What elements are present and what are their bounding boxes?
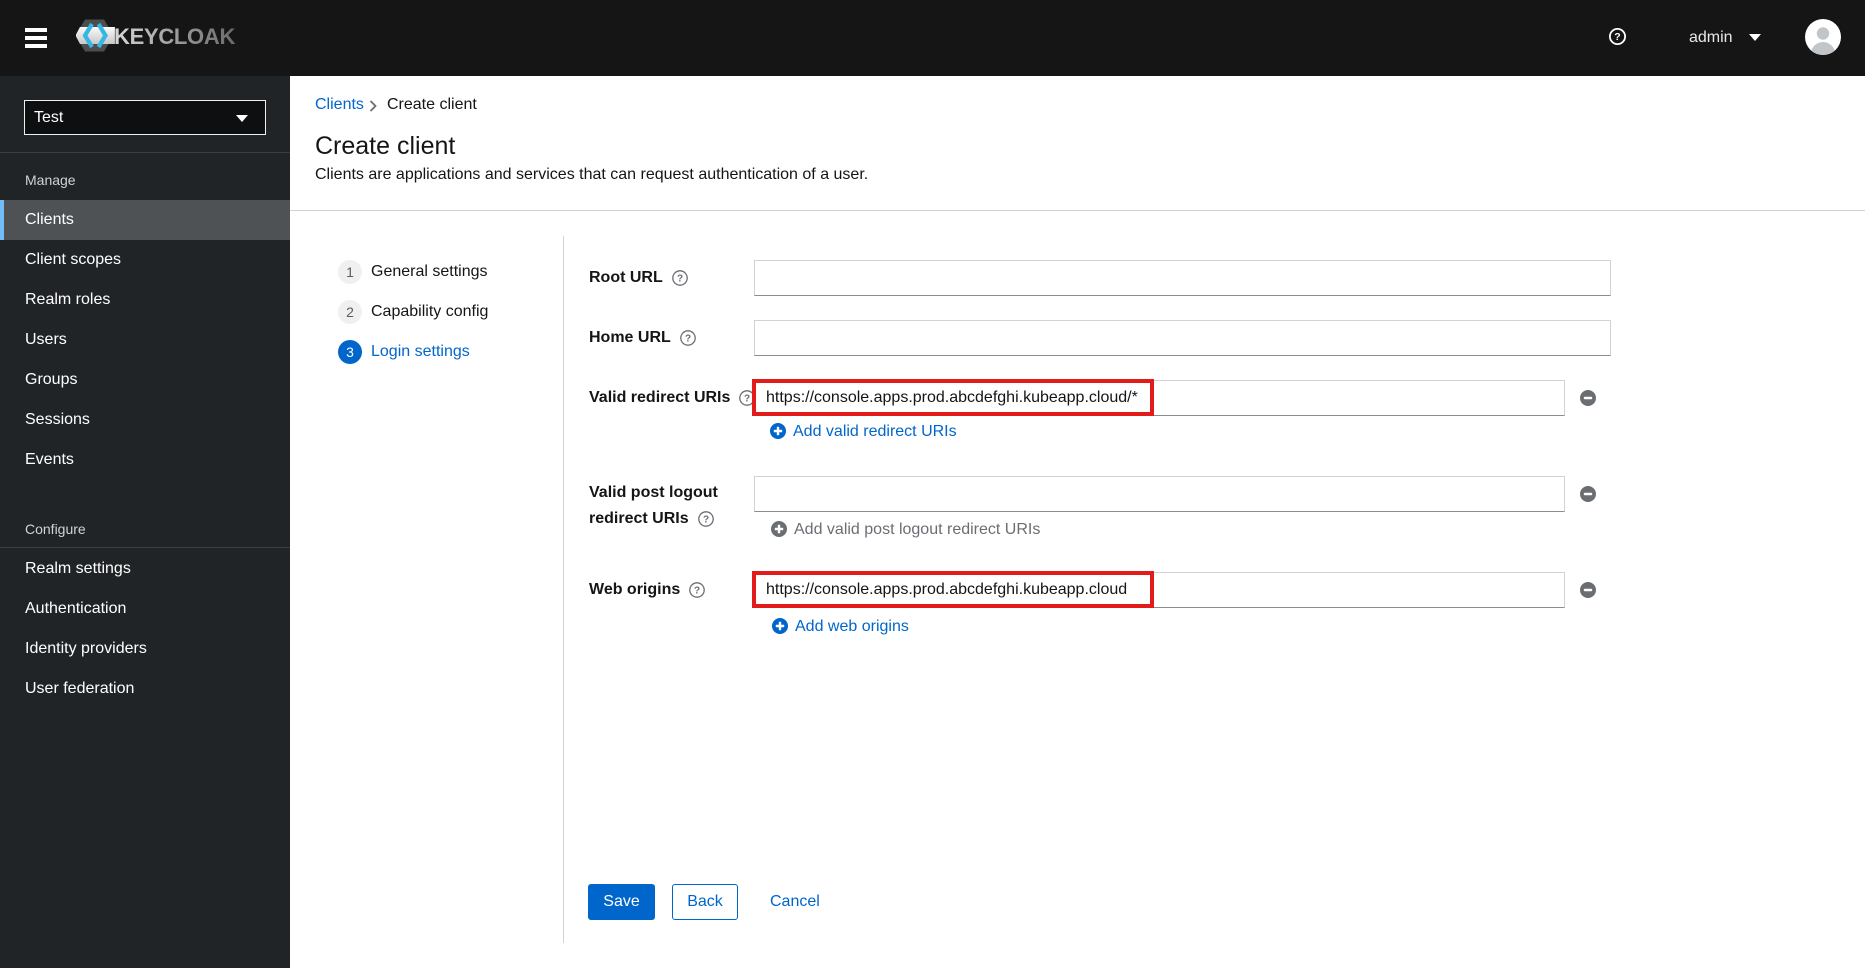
svg-text:?: ? xyxy=(703,515,709,526)
svg-text:?: ? xyxy=(685,334,691,345)
svg-text:?: ? xyxy=(677,274,683,285)
svg-text:?: ? xyxy=(1614,31,1620,43)
svg-text:?: ? xyxy=(744,394,750,405)
svg-text:KEYCLOAK: KEYCLOAK xyxy=(114,24,235,49)
svg-text:?: ? xyxy=(694,586,700,597)
